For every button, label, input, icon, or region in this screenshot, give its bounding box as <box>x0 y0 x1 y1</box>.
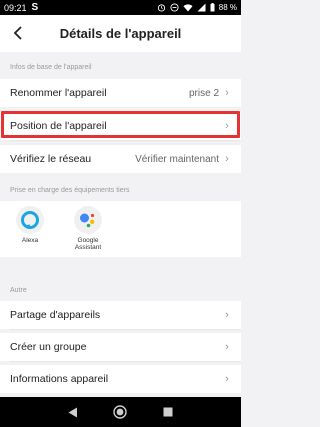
battery-percent: 88 % <box>218 3 237 12</box>
app-header: Détails de l'appareil <box>0 15 241 52</box>
signal-icon <box>197 3 206 12</box>
alarm-icon <box>157 4 165 12</box>
google-label-line1: Google <box>77 237 99 244</box>
check-network-label: Vérifiez le réseau <box>10 153 92 165</box>
section-label-basic-info: Infos de base de l'appareil <box>10 64 92 71</box>
rename-device-row[interactable]: Renommer l'appareil prise 2 › <box>0 79 241 107</box>
google-assistant-label: Google Assistant <box>75 237 101 251</box>
page-title: Détails de l'appareil <box>59 26 182 41</box>
alexa-label: Alexa <box>21 237 39 244</box>
device-position-row[interactable]: Position de l'appareil › <box>0 112 241 140</box>
dnd-icon <box>170 3 179 12</box>
device-sharing-label: Partage d'appareils <box>10 309 101 321</box>
status-bar: 09:21 S 88 % <box>0 0 241 15</box>
chevron-right-icon: › <box>225 373 229 385</box>
back-triangle-icon[interactable] <box>68 407 78 418</box>
back-button[interactable] <box>8 23 28 43</box>
create-group-label: Créer un groupe <box>10 341 87 353</box>
chevron-right-icon: › <box>225 341 229 353</box>
device-sharing-row[interactable]: Partage d'appareils › <box>0 301 241 329</box>
home-circle-icon[interactable] <box>113 405 128 419</box>
divider <box>10 140 241 141</box>
chevron-right-icon: › <box>225 87 229 99</box>
chevron-right-icon: › <box>225 120 229 132</box>
chevron-right-icon: › <box>225 309 229 321</box>
google-label-line2: Assistant <box>74 244 102 251</box>
recents-square-icon[interactable] <box>163 407 173 417</box>
chevron-right-icon: › <box>225 153 229 165</box>
google-assistant-item[interactable]: Google Assistant <box>65 206 111 251</box>
google-assistant-icon <box>74 206 102 234</box>
device-info-label: Informations appareil <box>10 373 109 385</box>
section-label-third-party: Prise en charge des équipements tiers <box>10 187 130 194</box>
device-position-label: Position de l'appareil <box>10 120 107 132</box>
back-chevron-icon <box>13 26 22 40</box>
alexa-item[interactable]: Alexa <box>7 206 53 244</box>
third-party-panel: Alexa Google Assistant <box>0 201 241 257</box>
create-group-row[interactable]: Créer un groupe › <box>0 333 241 361</box>
carrier-icon: S <box>31 2 39 13</box>
device-info-row[interactable]: Informations appareil › <box>0 365 241 393</box>
battery-icon <box>210 3 215 12</box>
divider <box>10 361 241 362</box>
check-network-row[interactable]: Vérifiez le réseau Vérifier maintenant › <box>0 145 241 173</box>
wifi-icon <box>183 4 193 12</box>
rename-device-label: Renommer l'appareil <box>10 87 107 99</box>
divider <box>10 329 241 330</box>
section-label-other: Autre <box>10 287 27 294</box>
check-now-value: Vérifier maintenant <box>135 153 219 165</box>
system-nav-bar <box>0 397 241 427</box>
alexa-icon <box>16 206 44 234</box>
device-name-value: prise 2 <box>188 87 219 99</box>
status-icons: 88 % <box>157 3 237 12</box>
status-time: 09:21 <box>4 2 27 13</box>
